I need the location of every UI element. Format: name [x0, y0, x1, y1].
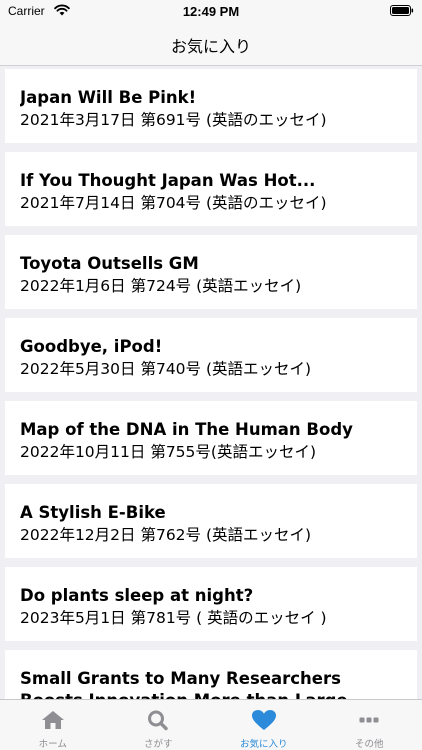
list-item[interactable]: Japan Will Be Pink! 2021年3月17日 第691号 (英語… [5, 69, 417, 143]
item-title: Goodbye, iPod! [20, 337, 163, 356]
tab-label: お気に入り [239, 739, 288, 750]
tab-label: その他 [354, 739, 384, 750]
tab-label: ホーム [38, 739, 67, 750]
item-subtitle: 2022年1月6日 第724号 (英語エッセイ) [20, 277, 302, 295]
item-subtitle: 2021年7月14日 第704号 (英語のエッセイ) [20, 194, 327, 212]
list-item[interactable]: Map of the DNA in The Human Body 2022年10… [5, 401, 417, 475]
list-item[interactable]: A Stylish E-Bike 2022年12月2日 第762号 (英語エッセ… [5, 484, 417, 558]
heart-icon [251, 710, 276, 730]
item-title: Map of the DNA in The Human Body [20, 420, 353, 439]
item-subtitle: 2022年10月11日 第755号(英語エッセイ) [20, 443, 316, 461]
list-item[interactable]: Toyota Outsells GM 2022年1月6日 第724号 (英語エッ… [5, 235, 417, 309]
ellipsis-icon [359, 717, 379, 723]
tab-bar: ホーム さがす お気に入り その他 [0, 699, 422, 750]
tab-search[interactable]: さがす [106, 700, 212, 750]
item-title: A Stylish E-Bike [20, 503, 166, 522]
list-item[interactable]: If You Thought Japan Was Hot... 2021年7月1… [5, 152, 417, 226]
clock: 12:49 PM [182, 4, 240, 19]
item-subtitle: 2021年3月17日 第691号 (英語のエッセイ) [20, 111, 327, 129]
favorites-list[interactable]: Japan Will Be Pink! 2021年3月17日 第691号 (英語… [0, 66, 422, 699]
battery-icon [390, 5, 414, 16]
item-title: Small Grants to Many Researchers Boosts … [20, 669, 348, 699]
tab-home[interactable]: ホーム [0, 700, 106, 750]
house-icon [41, 711, 64, 729]
item-title: If You Thought Japan Was Hot... [20, 171, 316, 190]
tab-label: さがす [143, 739, 173, 750]
item-title: Toyota Outsells GM [20, 254, 199, 273]
item-title: Japan Will Be Pink! [20, 88, 197, 107]
list-item[interactable]: Small Grants to Many Researchers Boosts … [5, 650, 417, 699]
nav-bar: お気に入り [0, 22, 422, 66]
list-item[interactable]: Goodbye, iPod! 2022年5月30日 第740号 (英語エッセイ) [5, 318, 417, 392]
page-title: お気に入り [170, 37, 251, 56]
item-subtitle: 2023年5月1日 第781号 ( 英語のエッセイ ) [20, 609, 327, 627]
item-subtitle: 2022年5月30日 第740号 (英語エッセイ) [20, 360, 312, 378]
tab-more[interactable]: その他 [317, 700, 422, 750]
item-subtitle: 2022年12月2日 第762号 (英語エッセイ) [20, 526, 312, 544]
status-bar: Carrier 12:49 PM [0, 0, 422, 22]
magnifier-icon [148, 710, 168, 731]
list-item[interactable]: Do plants sleep at night? 2023年5月1日 第781… [5, 567, 417, 641]
item-title: Do plants sleep at night? [20, 586, 254, 605]
tab-favorites[interactable]: お気に入り [211, 700, 317, 750]
